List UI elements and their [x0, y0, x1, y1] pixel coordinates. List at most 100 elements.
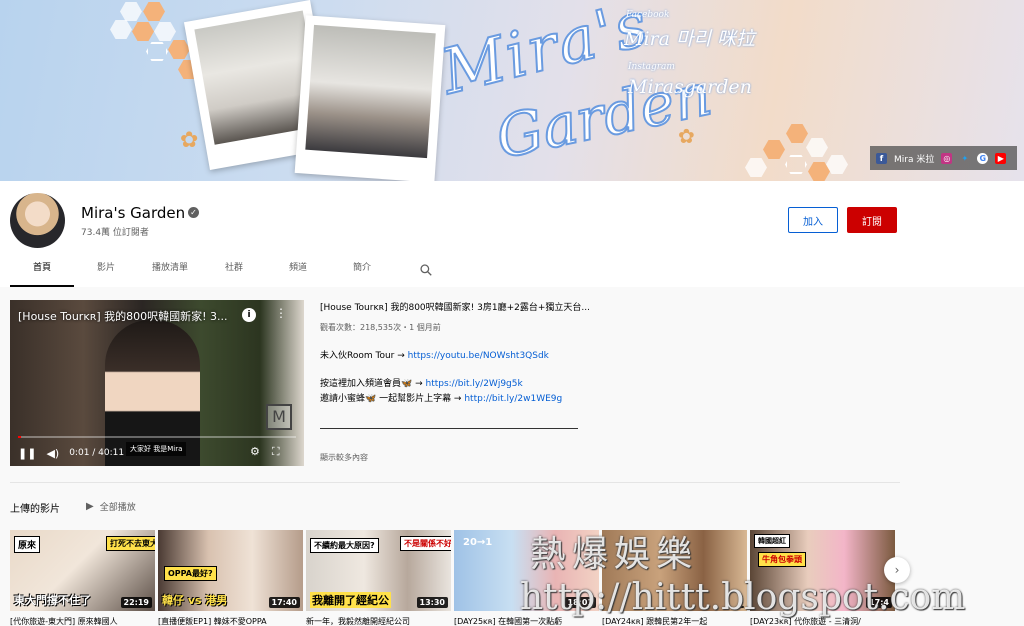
thumbnail-caption: 東大門撐不住了 [14, 594, 91, 607]
info-icon[interactable]: i [242, 308, 256, 322]
thumbnail-tag: OPPA最好? [164, 566, 217, 581]
settings-gear-icon[interactable]: ⚙ [250, 445, 260, 459]
video-time: 0:01 / 40:11 [69, 448, 125, 458]
video-thumbnail[interactable]: OPPA最好? 韓仔 vs 港男 17:40 [158, 530, 303, 611]
thumbnail-tag: 牛角包拳頭 [758, 552, 806, 567]
play-all-button[interactable]: ▶ 全部播放 [86, 500, 136, 513]
channel-watermark-logo[interactable]: M [266, 404, 292, 430]
hexagon-decoration [146, 42, 168, 61]
video-duration [738, 606, 744, 608]
instagram-icon[interactable]: ◎ [941, 152, 953, 164]
verified-check-icon: ✓ [188, 207, 199, 218]
description-text: 按這裡加入頻道會員🦋 → [320, 379, 426, 389]
description-line: 邀請小蜜蜂🦋 一起幫影片上字幕 → http://bit.ly/2w1WE9g [320, 391, 562, 404]
progress-fill [18, 436, 21, 438]
thumbnail-tag: 原來 [14, 536, 41, 553]
join-button[interactable]: 加入 [788, 207, 838, 233]
facebook-icon[interactable]: f [876, 152, 887, 164]
tab-channels[interactable]: 頻道 [266, 253, 330, 287]
thumbnail-caption: 韓仔 vs 港男 [162, 594, 228, 607]
tab-community[interactable]: 社群 [202, 253, 266, 287]
channel-avatar[interactable] [10, 193, 65, 248]
facebook-link-label[interactable]: Mira 米拉 [894, 152, 934, 165]
player-video-title[interactable]: [House Tourᴋʀ] 我的800呎韓國新家! 3... [18, 308, 243, 324]
banner-links-bar: f Mira 米拉 ◎ ✦ G ▶ [870, 146, 1017, 170]
volume-icon[interactable]: ◀) [46, 447, 59, 460]
tab-home[interactable]: 首頁 [10, 253, 74, 287]
tab-about[interactable]: 簡介 [330, 253, 394, 287]
youtube-channel-page: ✿ ✿ Mira's Garden Facebook Mira 마리 咪拉 In… [0, 0, 1024, 626]
video-subtitle: 大家好 我是Mira [126, 442, 187, 456]
video-title[interactable]: 新一年，我毅然離開經紀公司 [306, 616, 451, 626]
instagram-handle: Mirasgarden [628, 76, 752, 98]
channel-tabs: 首頁 影片 播放清單 社群 頻道 簡介 [10, 253, 458, 287]
hexagon-decoration [763, 140, 785, 159]
thumbnail-tag: 不續約最大原因? [310, 538, 379, 553]
video-title[interactable]: [DAY23ᴋʀ] 代你旅遊 - 三清洞/ [750, 616, 895, 626]
facebook-handle: Mira 마리 咪拉 [624, 28, 755, 50]
video-title[interactable]: [代你旅遊-東大門] 原來韓國人 [10, 616, 155, 626]
progress-bar[interactable] [18, 436, 296, 438]
subscriber-count: 73.4萬 位訂閱者 [81, 228, 149, 238]
facebook-label: Facebook [626, 10, 670, 20]
featured-video-title[interactable]: [House Tourᴋʀ] 我的800呎韓國新家! 3房1廳+2露台+獨立天台… [320, 300, 600, 313]
featured-video-player[interactable]: [House Tourᴋʀ] 我的800呎韓國新家! 3... i ⋮ M 大家… [10, 300, 304, 466]
video-thumbnail[interactable]: 20→1 18:01 [454, 530, 599, 611]
fullscreen-icon[interactable]: ⛶ [272, 445, 280, 459]
hexagon-decoration [132, 22, 154, 41]
thumbnail-tag: 打死不去東大門!! [106, 536, 155, 551]
channel-search-button[interactable] [394, 253, 458, 287]
description-line: 未入伙Room Tour → https://youtu.be/NOWsht3Q… [320, 348, 549, 361]
video-duration: 18:01 [564, 597, 596, 608]
uploads-title[interactable]: 上傳的影片 [10, 500, 60, 515]
description-link[interactable]: https://bit.ly/2Wj9g5k [425, 379, 522, 389]
tab-playlists[interactable]: 播放清單 [138, 253, 202, 287]
video-duration: 17:4 [866, 597, 892, 608]
thumbnail-tag: 韓國超紅 [754, 534, 790, 548]
tab-videos[interactable]: 影片 [74, 253, 138, 287]
description-divider [320, 428, 578, 429]
video-duration: 22:19 [120, 597, 152, 608]
video-thumbnail[interactable]: 原來 打死不去東大門!! 東大門撐不住了 22:19 [10, 530, 155, 611]
video-title[interactable]: [DAY24ᴋʀ] 跟韓民第2年一起 [602, 616, 747, 626]
play-all-label: 全部播放 [99, 503, 136, 513]
search-icon [420, 264, 432, 276]
google-icon[interactable]: G [977, 152, 989, 164]
description-text: 未入伙Room Tour → [320, 351, 408, 361]
description-link[interactable]: https://youtu.be/NOWsht3QSdk [408, 351, 549, 361]
channel-name: Mira's Garden [81, 204, 186, 222]
hexagon-decoration [110, 20, 132, 39]
hexagon-decoration [154, 22, 176, 41]
featured-video-meta: 觀看次數：218,535次・1 個月前 [320, 323, 441, 332]
section-divider [10, 482, 900, 483]
video-thumbnail[interactable]: 韓國超紅 牛角包拳頭 17:4 [750, 530, 895, 611]
shelf-next-button[interactable]: › [884, 557, 910, 583]
hexagon-decoration [745, 158, 767, 177]
video-thumbnail[interactable] [602, 530, 747, 611]
bee-icon: ✿ [180, 128, 199, 153]
player-right-controls: ⚙ ⛶ [250, 445, 280, 459]
subscribe-button[interactable]: 訂閱 [847, 207, 897, 233]
video-duration: 13:30 [416, 597, 448, 608]
video-thumbnail[interactable]: 不續約最大原因? 不是關係不好? 我離開了經紀公 13:30 [306, 530, 451, 611]
thumbnail-tag: 不是關係不好? [400, 536, 451, 551]
hexagon-decoration [786, 124, 808, 143]
youtube-icon[interactable]: ▶ [995, 152, 1007, 164]
channel-banner: ✿ ✿ Mira's Garden Facebook Mira 마리 咪拉 In… [0, 0, 1024, 181]
hexagon-decoration [120, 2, 142, 21]
video-title[interactable]: [直播便飯EP1] 韓妹不愛OPPA [158, 616, 303, 626]
pause-icon[interactable]: ❚❚ [18, 447, 36, 460]
player-controls: ❚❚ ◀) 0:01 / 40:11 [18, 444, 124, 462]
description-text: 邀請小蜜蜂🦋 一起幫影片上字幕 → [320, 394, 465, 404]
description-link[interactable]: http://bit.ly/2w1WE9g [464, 394, 562, 404]
twitter-icon[interactable]: ✦ [959, 153, 970, 164]
more-vert-icon[interactable]: ⋮ [275, 306, 287, 320]
instagram-label: Instagram [628, 62, 675, 72]
hexagon-decoration [143, 2, 165, 21]
banner-photo-portrait [294, 15, 446, 181]
video-title[interactable]: [DAY25ᴋʀ] 在韓國第一次點虧 [454, 616, 599, 626]
thumbnail-caption: 我離開了經紀公 [310, 592, 391, 608]
description-line: 按這裡加入頻道會員🦋 → https://bit.ly/2Wj9g5k [320, 376, 523, 389]
read-more-link[interactable]: 顯示較多內容 [320, 452, 368, 463]
thumbnail-tag: 20→1 [463, 537, 493, 548]
